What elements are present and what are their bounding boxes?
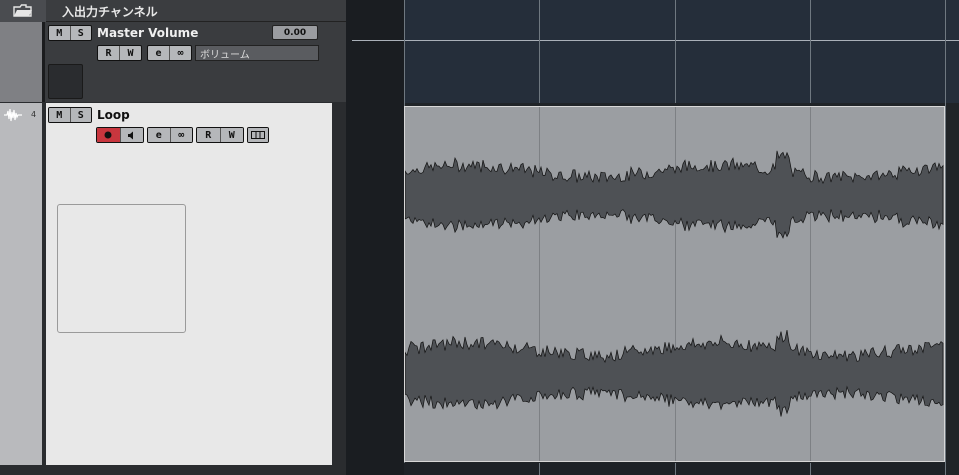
loop-mute-solo-group: M S: [48, 107, 92, 123]
master-edit-link-group: e ∞: [147, 45, 192, 61]
folder-open-icon[interactable]: [0, 0, 46, 22]
track-number: 4: [31, 110, 37, 119]
waveform-channel-left: [405, 150, 944, 239]
waveform-channel-right: [405, 330, 944, 417]
master-automation-lane[interactable]: [404, 0, 959, 103]
master-track-header-strip: [0, 22, 42, 102]
read-automation-button[interactable]: R: [98, 46, 119, 60]
grid-line: [810, 463, 811, 475]
automation-parameter-select[interactable]: ボリューム: [195, 45, 319, 61]
master-track-picture: [48, 64, 83, 99]
loop-track-header-strip: [0, 103, 42, 465]
folder-track-row[interactable]: [0, 0, 346, 22]
arrangement-gutter: [346, 0, 404, 475]
loop-read-write-group: R W: [196, 127, 244, 143]
master-track-name: Master Volume: [97, 26, 199, 40]
lanes-button[interactable]: [247, 127, 269, 143]
master-mute-solo-group: M S: [48, 25, 92, 41]
lanes-icon: [248, 128, 268, 142]
mute-button[interactable]: M: [49, 108, 70, 122]
edit-channel-button[interactable]: e: [148, 46, 169, 60]
solo-button[interactable]: S: [69, 26, 91, 40]
mute-button[interactable]: M: [49, 26, 70, 40]
monitor-button[interactable]: [119, 128, 143, 142]
write-automation-button[interactable]: W: [119, 46, 141, 60]
master-volume-value[interactable]: 0.00: [272, 25, 318, 40]
folder-track-name: 入出力チャンネル: [62, 5, 158, 19]
record-enable-button[interactable]: [97, 128, 120, 142]
solo-button[interactable]: S: [69, 108, 91, 122]
grid-line: [810, 0, 811, 103]
master-read-write-group: R W: [97, 45, 142, 61]
audio-event-loop[interactable]: [404, 106, 945, 462]
edit-channel-button[interactable]: e: [148, 128, 170, 142]
loop-edit-link-group: e ∞: [147, 127, 193, 143]
grid-line: [539, 0, 540, 103]
waveform-display: [405, 150, 944, 417]
speaker-icon: [128, 131, 134, 139]
grid-line: [675, 0, 676, 103]
divider: [42, 22, 45, 102]
track-list-scroll-gutter: [332, 103, 346, 465]
waveform-icon: [4, 107, 22, 126]
grid-line: [945, 0, 946, 475]
read-automation-button[interactable]: R: [197, 128, 220, 142]
loop-track-picture[interactable]: [57, 204, 186, 333]
link-button[interactable]: ∞: [169, 128, 192, 142]
grid-line: [539, 463, 540, 475]
master-volume-automation-line[interactable]: [352, 40, 959, 41]
write-automation-button[interactable]: W: [219, 128, 243, 142]
link-button[interactable]: ∞: [169, 46, 191, 60]
track-list-footer: [0, 465, 346, 475]
grid-line: [675, 463, 676, 475]
record-monitor-group: [96, 127, 144, 143]
record-icon: [104, 131, 112, 139]
loop-track-name[interactable]: Loop: [97, 108, 130, 122]
